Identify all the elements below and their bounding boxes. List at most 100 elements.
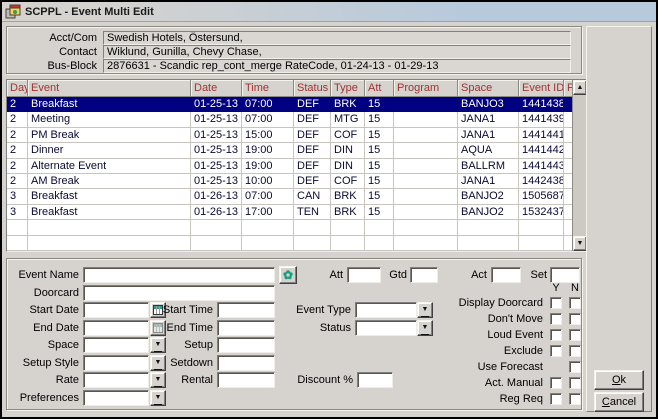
checkbox-yes[interactable] bbox=[550, 329, 562, 341]
cell: 15 bbox=[365, 189, 394, 204]
cell bbox=[365, 220, 394, 235]
header-section: Acct/ComSwedish Hotels, Östersund,Contac… bbox=[6, 26, 582, 74]
cell: 15 bbox=[365, 174, 394, 189]
scroll-up-icon: ▲ bbox=[577, 84, 584, 91]
flag-label: Use Forecast bbox=[478, 361, 543, 373]
rate-input[interactable] bbox=[83, 372, 149, 388]
checkbox-no[interactable] bbox=[569, 361, 581, 373]
checkbox-yes[interactable] bbox=[550, 297, 562, 309]
cell: 15 bbox=[365, 128, 394, 143]
checkbox-yes[interactable] bbox=[550, 377, 562, 389]
table-row[interactable]: 2Dinner01-25-1319:00DEFDIN15AQUA1441442 bbox=[7, 143, 574, 158]
table-row[interactable]: 3Breakfast01-26-1307:00CANBRK15BANJO2150… bbox=[7, 189, 574, 204]
cell: 2 bbox=[7, 112, 28, 127]
cell: BRK bbox=[331, 97, 365, 112]
start-time-label: Start Time bbox=[161, 302, 213, 318]
cell bbox=[242, 220, 294, 235]
cancel-button[interactable]: Cancel bbox=[594, 392, 644, 412]
table-row[interactable]: 2Meeting01-25-1307:00DEFMTG15JANA1144143… bbox=[7, 112, 574, 127]
title-bar[interactable]: SCPPL - Event Multi Edit bbox=[2, 2, 656, 22]
scroll-track[interactable] bbox=[573, 95, 587, 236]
doorcard-input[interactable] bbox=[83, 285, 275, 301]
end-date-input[interactable] bbox=[83, 320, 149, 336]
flag-row: Reg Req bbox=[267, 391, 581, 407]
table-row-empty[interactable] bbox=[7, 220, 574, 235]
cell bbox=[191, 220, 242, 235]
cell: 07:00 bbox=[242, 189, 294, 204]
checkbox-no[interactable] bbox=[569, 297, 581, 309]
event-name-input[interactable] bbox=[83, 267, 275, 283]
table-row[interactable]: 2Alternate Event01-25-1319:00DEFDIN15BAL… bbox=[7, 159, 574, 174]
flag-checkbox-list: Display DoorcardDon't MoveLoud EventExcl… bbox=[267, 295, 581, 407]
table-row-empty[interactable] bbox=[7, 236, 574, 251]
column-header: Type bbox=[331, 80, 365, 97]
cell bbox=[458, 220, 519, 235]
column-header: Att bbox=[365, 80, 394, 97]
cell: DEF bbox=[294, 174, 331, 189]
column-header: Day bbox=[7, 80, 28, 97]
checkbox-no[interactable] bbox=[569, 393, 581, 405]
cell: 3 bbox=[7, 205, 28, 220]
cell bbox=[394, 205, 458, 220]
cell: 2 bbox=[7, 159, 28, 174]
table-row[interactable]: 2PM Break01-25-1315:00DEFCOF15JANA114414… bbox=[7, 128, 574, 143]
cell: 01-25-13 bbox=[191, 112, 242, 127]
cell: MTG bbox=[331, 112, 365, 127]
space-input[interactable] bbox=[83, 337, 149, 353]
cell: CAN bbox=[294, 189, 331, 204]
cell: 2 bbox=[7, 143, 28, 158]
ok-button[interactable]: Ok bbox=[594, 370, 644, 390]
header-field-row: ContactWiklund, Gunilla, Chevy Chase, bbox=[11, 45, 571, 59]
scroll-down-button[interactable]: ▼ bbox=[573, 236, 587, 251]
cell: JANA1 bbox=[458, 174, 519, 189]
cell: 19:00 bbox=[242, 143, 294, 158]
event-name-label: Event Name bbox=[7, 267, 79, 283]
cell: 1442438 bbox=[519, 174, 564, 189]
rate-label: Rate bbox=[7, 372, 79, 388]
cell: 07:00 bbox=[242, 112, 294, 127]
table-row[interactable]: 3Breakfast01-26-1317:00TENBRK15BANJO2153… bbox=[7, 205, 574, 220]
cell: Meeting bbox=[28, 112, 191, 127]
setup-style-input[interactable] bbox=[83, 355, 149, 371]
cell: 1532437 bbox=[519, 205, 564, 220]
checkbox-no[interactable] bbox=[569, 313, 581, 325]
flag-row: Act. Manual bbox=[267, 375, 581, 391]
chevron-down-icon: ▼ bbox=[154, 391, 163, 405]
cell bbox=[7, 220, 28, 235]
cell bbox=[394, 143, 458, 158]
start-date-input[interactable] bbox=[83, 302, 149, 318]
end-time-label: End Time bbox=[161, 320, 213, 336]
preferences-combo-button[interactable]: ▼ bbox=[150, 390, 166, 406]
cell bbox=[7, 236, 28, 251]
cell bbox=[394, 159, 458, 174]
checkbox-no[interactable] bbox=[569, 329, 581, 341]
cell: DEF bbox=[294, 143, 331, 158]
checkbox-yes[interactable] bbox=[550, 313, 562, 325]
scroll-up-button[interactable]: ▲ bbox=[573, 80, 587, 95]
checkbox-yes[interactable] bbox=[550, 345, 562, 357]
cell: AQUA bbox=[458, 143, 519, 158]
cell: 15 bbox=[365, 205, 394, 220]
cell: Breakfast bbox=[28, 205, 191, 220]
table-row[interactable]: 2AM Break01-25-1310:00DEFCOF15JANA114424… bbox=[7, 174, 574, 189]
cell: Dinner bbox=[28, 143, 191, 158]
column-header: Event ID bbox=[519, 80, 564, 97]
cell: Breakfast bbox=[28, 97, 191, 112]
cell bbox=[519, 236, 564, 251]
table-vertical-scrollbar[interactable]: ▲ ▼ bbox=[572, 80, 587, 251]
cell: 01-26-13 bbox=[191, 189, 242, 204]
header-field-label: Acct/Com bbox=[11, 32, 103, 44]
table-header-row: DayEventDateTimeStatusTypeAttProgramSpac… bbox=[7, 80, 574, 97]
preferences-input[interactable] bbox=[83, 390, 149, 406]
cell: AM Break bbox=[28, 174, 191, 189]
doorcard-label: Doorcard bbox=[7, 285, 79, 301]
cell: 01-25-13 bbox=[191, 97, 242, 112]
checkbox-yes[interactable] bbox=[550, 393, 562, 405]
cell bbox=[519, 220, 564, 235]
table-body: 2Breakfast01-25-1307:00DEFBRK15BANJO3144… bbox=[7, 97, 574, 251]
checkbox-no[interactable] bbox=[569, 345, 581, 357]
cell: 07:00 bbox=[242, 97, 294, 112]
cell: JANA1 bbox=[458, 128, 519, 143]
table-row[interactable]: 2Breakfast01-25-1307:00DEFBRK15BANJO3144… bbox=[7, 97, 574, 112]
checkbox-no[interactable] bbox=[569, 377, 581, 389]
